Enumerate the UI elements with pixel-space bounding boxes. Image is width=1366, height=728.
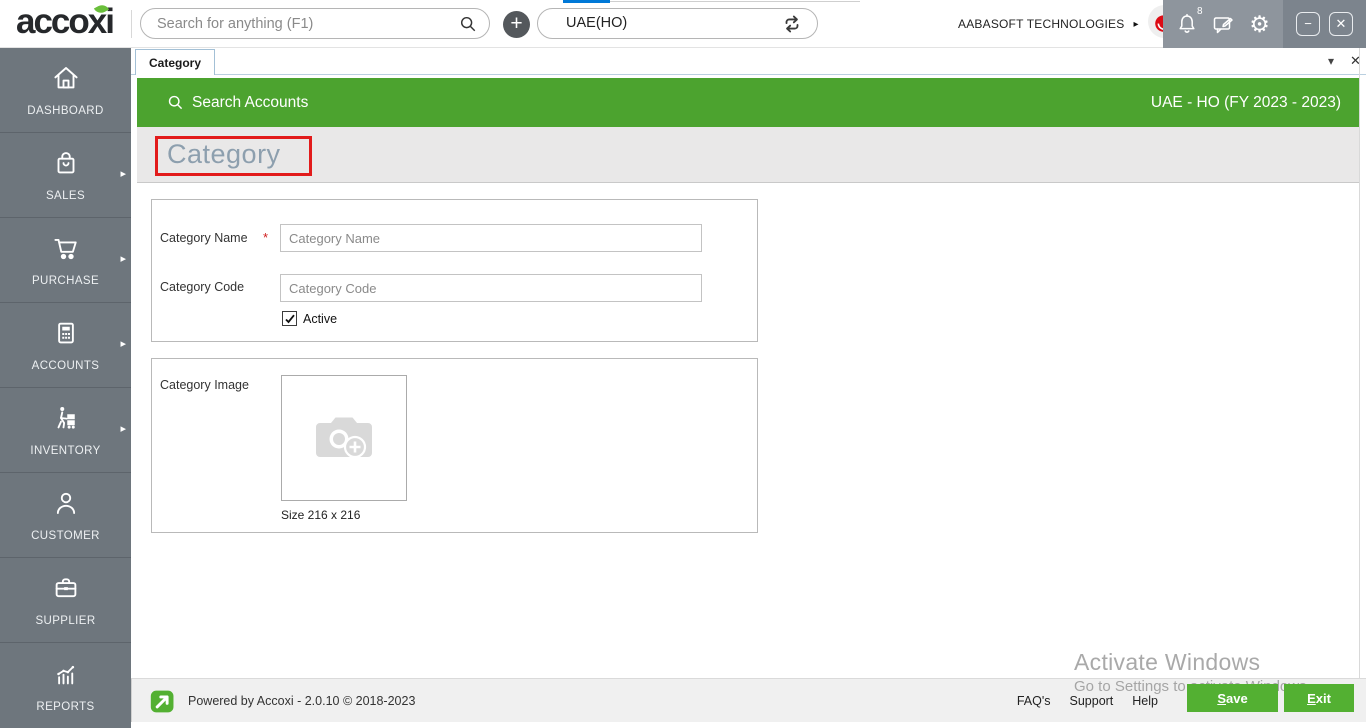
- sidebar-item-label: REPORTS: [36, 700, 95, 713]
- sidebar-item-sales[interactable]: SALES ▸: [0, 133, 131, 218]
- calculator-icon: [51, 318, 81, 353]
- accoxi-logo: accox i: [16, 2, 115, 42]
- active-checkbox[interactable]: [282, 311, 297, 326]
- logo-text: acco: [16, 2, 90, 41]
- category-name-input[interactable]: [280, 224, 702, 252]
- sidebar-item-label: DASHBOARD: [27, 105, 104, 117]
- sidebar-item-dashboard[interactable]: DASHBOARD: [0, 48, 131, 133]
- top-bar: accoxi + UAE(HO) AABASOFT TECHNOLOGIES ▸: [0, 0, 1366, 48]
- top-divider-strip: [610, 1, 860, 2]
- image-upload-box[interactable]: [281, 375, 407, 501]
- module-toolbar: Search Accounts UAE - HO (FY 2023 - 2023…: [137, 78, 1359, 127]
- tab-strip: [131, 48, 1366, 75]
- global-search-input[interactable]: [157, 10, 457, 37]
- sidebar-item-accounts[interactable]: ACCOUNTS ▸: [0, 303, 131, 388]
- company-name: AABASOFT TECHNOLOGIES: [958, 17, 1125, 31]
- minimize-button[interactable]: −: [1296, 12, 1320, 36]
- category-code-input[interactable]: [280, 274, 702, 302]
- briefcase-icon: [51, 573, 81, 608]
- help-link[interactable]: Help: [1132, 694, 1158, 708]
- tab-list-dropdown-icon[interactable]: ▾: [1328, 54, 1334, 68]
- page-heading-strip: [137, 127, 1359, 183]
- sidebar-item-label: PURCHASE: [31, 275, 100, 287]
- branch-label: UAE(HO): [566, 15, 628, 31]
- notification-badge: 8: [1196, 6, 1203, 17]
- activate-windows-watermark: Activate Windows: [1074, 649, 1261, 675]
- accoxi-footer-icon: [149, 687, 178, 721]
- search-accounts-label: Search Accounts: [192, 93, 309, 111]
- home-icon: [51, 63, 81, 98]
- trolley-icon: [51, 403, 81, 438]
- chart-icon: [51, 659, 81, 694]
- divider: [131, 10, 132, 38]
- category-image-label: Category Image: [160, 378, 249, 392]
- category-details-panel: [151, 199, 758, 342]
- notifications-button[interactable]: 8: [1174, 6, 1203, 37]
- chevron-right-icon: ▸: [120, 423, 126, 435]
- category-code-label: Category Code: [160, 280, 245, 294]
- window-controls: − ✕: [1283, 0, 1366, 48]
- highlight-box: Category: [155, 136, 312, 176]
- branch-selector[interactable]: UAE(HO): [537, 8, 818, 39]
- global-search: [140, 8, 490, 39]
- chevron-right-icon: ▸: [120, 338, 126, 350]
- content-right-border: [1359, 48, 1360, 722]
- chevron-right-icon: ▸: [1133, 18, 1139, 30]
- logo-x: x: [88, 2, 110, 41]
- app-window: accoxi + UAE(HO) AABASOFT TECHNOLOGIES ▸: [0, 0, 1366, 728]
- powered-by-label: Powered by Accoxi - 2.0.10 © 2018-2023: [188, 694, 416, 708]
- category-name-label: Category Name: [160, 231, 248, 245]
- exit-button[interactable]: Exit: [1284, 684, 1354, 712]
- required-asterisk: *: [263, 230, 269, 245]
- tab-category[interactable]: Category: [135, 49, 216, 75]
- shopping-bag-icon: [51, 148, 81, 183]
- footer-links: FAQ's Support Help: [1017, 679, 1158, 722]
- messages-button[interactable]: [1210, 11, 1236, 37]
- sidebar-item-supplier[interactable]: SUPPLIER: [0, 558, 131, 643]
- sidebar-item-customer[interactable]: CUSTOMER: [0, 473, 131, 558]
- account-menu[interactable]: AABASOFT TECHNOLOGIES ▸: [958, 0, 1181, 48]
- faqs-link[interactable]: FAQ's: [1017, 694, 1051, 708]
- sidebar: DASHBOARD SALES ▸ PURCHASE ▸ ACCOUNTS ▸ …: [0, 48, 131, 728]
- gear-icon: ⚙: [1249, 10, 1270, 37]
- image-size-caption: Size 216 x 216: [281, 508, 361, 522]
- sidebar-item-purchase[interactable]: PURCHASE ▸: [0, 218, 131, 303]
- sidebar-item-label: INVENTORY: [30, 445, 101, 457]
- switch-branch-icon[interactable]: [781, 13, 803, 40]
- sidebar-item-label: ACCOUNTS: [31, 360, 100, 372]
- search-icon[interactable]: [459, 15, 477, 38]
- add-button[interactable]: +: [503, 11, 530, 38]
- close-button[interactable]: ✕: [1329, 12, 1353, 36]
- chevron-right-icon: ▸: [120, 168, 126, 180]
- sidebar-item-label: CUSTOMER: [31, 530, 100, 542]
- search-accounts-button[interactable]: Search Accounts: [167, 94, 308, 112]
- save-button[interactable]: Save: [1187, 684, 1278, 712]
- camera-add-icon: [312, 409, 376, 468]
- sidebar-item-reports[interactable]: REPORTS: [0, 643, 131, 728]
- active-label: Active: [303, 312, 338, 326]
- page-title: Category: [167, 139, 281, 169]
- sidebar-item-label: SALES: [45, 190, 86, 202]
- chevron-right-icon: ▸: [120, 253, 126, 265]
- support-link[interactable]: Support: [1070, 694, 1114, 708]
- icon-tray: 8 ⚙: [1163, 0, 1283, 48]
- sidebar-item-inventory[interactable]: INVENTORY ▸: [0, 388, 131, 473]
- top-progress-strip: [563, 0, 610, 3]
- person-icon: [51, 488, 81, 523]
- cart-icon: [51, 233, 81, 268]
- sidebar-item-label: SUPPLIER: [35, 615, 96, 627]
- fiscal-year-label: UAE - HO (FY 2023 - 2023): [1150, 93, 1341, 111]
- settings-button[interactable]: ⚙: [1247, 11, 1273, 37]
